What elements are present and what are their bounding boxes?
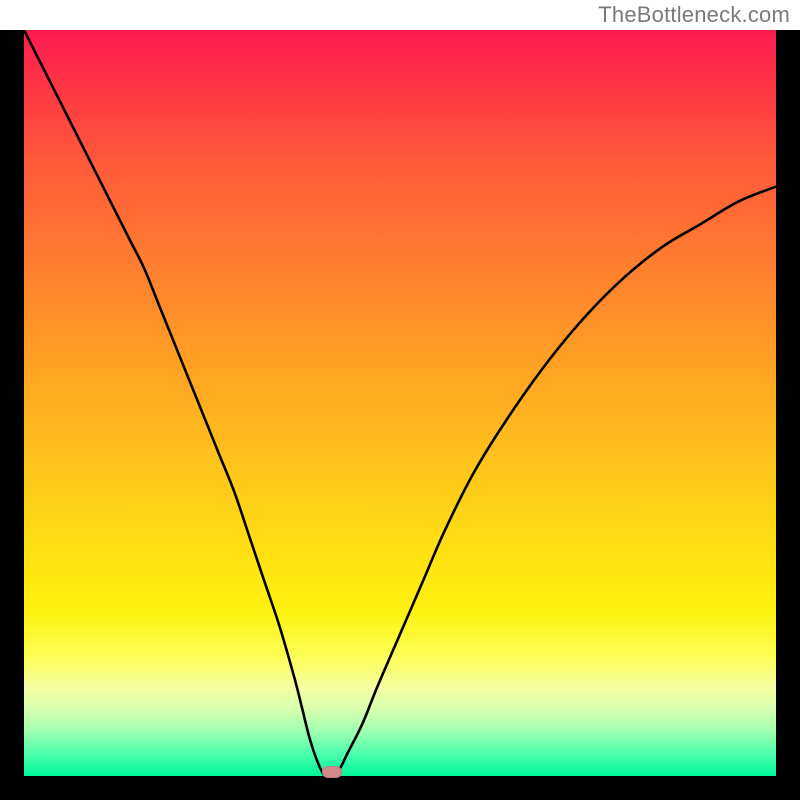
chart-plot-area (24, 30, 776, 776)
bottleneck-curve (24, 30, 776, 776)
optimum-marker (322, 766, 342, 778)
chart-frame (0, 30, 800, 800)
watermark-text: TheBottleneck.com (598, 2, 790, 28)
